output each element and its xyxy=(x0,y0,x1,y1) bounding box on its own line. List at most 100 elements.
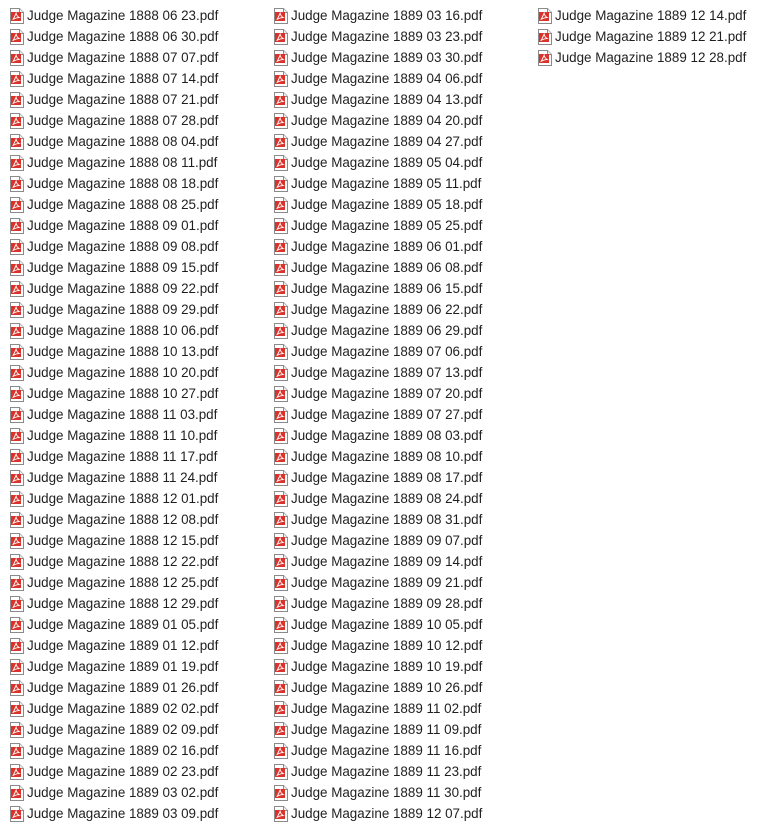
file-item[interactable]: Judge Magazine 1889 12 28.pdf xyxy=(536,47,769,68)
file-item[interactable]: Judge Magazine 1888 11 03.pdf xyxy=(8,404,270,425)
file-name-label: Judge Magazine 1888 12 15.pdf xyxy=(27,533,219,548)
file-item[interactable]: Judge Magazine 1888 10 06.pdf xyxy=(8,320,270,341)
file-item[interactable]: Judge Magazine 1888 08 25.pdf xyxy=(8,194,270,215)
file-column-1: Judge Magazine 1888 06 23.pdf Judge Magaz… xyxy=(8,5,270,824)
file-item[interactable]: Judge Magazine 1889 07 27.pdf xyxy=(272,404,534,425)
file-item[interactable]: Judge Magazine 1889 03 23.pdf xyxy=(272,26,534,47)
file-item[interactable]: Judge Magazine 1888 08 04.pdf xyxy=(8,131,270,152)
file-item[interactable]: Judge Magazine 1889 02 23.pdf xyxy=(8,761,270,782)
file-item[interactable]: Judge Magazine 1889 09 21.pdf xyxy=(272,572,534,593)
file-item[interactable]: Judge Magazine 1889 06 01.pdf xyxy=(272,236,534,257)
file-item[interactable]: Judge Magazine 1889 07 13.pdf xyxy=(272,362,534,383)
file-item[interactable]: Judge Magazine 1889 05 25.pdf xyxy=(272,215,534,236)
file-item[interactable]: Judge Magazine 1888 12 08.pdf xyxy=(8,509,270,530)
file-item[interactable]: Judge Magazine 1888 08 11.pdf xyxy=(8,152,270,173)
pdf-file-icon xyxy=(10,490,24,507)
pdf-file-icon xyxy=(274,49,288,66)
file-item[interactable]: Judge Magazine 1889 10 12.pdf xyxy=(272,635,534,656)
file-item[interactable]: Judge Magazine 1889 09 28.pdf xyxy=(272,593,534,614)
file-name-label: Judge Magazine 1889 12 07.pdf xyxy=(291,806,483,821)
file-item[interactable]: Judge Magazine 1888 07 21.pdf xyxy=(8,89,270,110)
file-item[interactable]: Judge Magazine 1889 03 02.pdf xyxy=(8,782,270,803)
file-item[interactable]: Judge Magazine 1889 08 24.pdf xyxy=(272,488,534,509)
file-item[interactable]: Judge Magazine 1888 11 17.pdf xyxy=(8,446,270,467)
file-item[interactable]: Judge Magazine 1889 08 31.pdf xyxy=(272,509,534,530)
file-item[interactable]: Judge Magazine 1889 11 02.pdf xyxy=(272,698,534,719)
file-item[interactable]: Judge Magazine 1888 12 15.pdf xyxy=(8,530,270,551)
file-item[interactable]: Judge Magazine 1888 09 08.pdf xyxy=(8,236,270,257)
file-item[interactable]: Judge Magazine 1888 07 28.pdf xyxy=(8,110,270,131)
file-item[interactable]: Judge Magazine 1889 10 05.pdf xyxy=(272,614,534,635)
pdf-file-icon xyxy=(10,112,24,129)
file-item[interactable]: Judge Magazine 1889 06 15.pdf xyxy=(272,278,534,299)
file-item[interactable]: Judge Magazine 1888 09 15.pdf xyxy=(8,257,270,278)
file-item[interactable]: Judge Magazine 1889 11 23.pdf xyxy=(272,761,534,782)
file-item[interactable]: Judge Magazine 1888 10 27.pdf xyxy=(8,383,270,404)
file-item[interactable]: Judge Magazine 1889 08 10.pdf xyxy=(272,446,534,467)
file-name-label: Judge Magazine 1889 09 28.pdf xyxy=(291,596,483,611)
file-item[interactable]: Judge Magazine 1889 12 21.pdf xyxy=(536,26,769,47)
file-item[interactable]: Judge Magazine 1889 07 06.pdf xyxy=(272,341,534,362)
file-item[interactable]: Judge Magazine 1889 09 07.pdf xyxy=(272,530,534,551)
file-item[interactable]: Judge Magazine 1889 07 20.pdf xyxy=(272,383,534,404)
file-item[interactable]: Judge Magazine 1889 02 02.pdf xyxy=(8,698,270,719)
file-item[interactable]: Judge Magazine 1888 06 30.pdf xyxy=(8,26,270,47)
file-item[interactable]: Judge Magazine 1889 02 16.pdf xyxy=(8,740,270,761)
pdf-file-icon xyxy=(10,763,24,780)
file-item[interactable]: Judge Magazine 1889 06 22.pdf xyxy=(272,299,534,320)
file-item[interactable]: Judge Magazine 1888 09 22.pdf xyxy=(8,278,270,299)
file-item[interactable]: Judge Magazine 1889 04 20.pdf xyxy=(272,110,534,131)
file-item[interactable]: Judge Magazine 1889 04 06.pdf xyxy=(272,68,534,89)
file-item[interactable]: Judge Magazine 1888 08 18.pdf xyxy=(8,173,270,194)
file-name-label: Judge Magazine 1888 09 29.pdf xyxy=(27,302,219,317)
file-name-label: Judge Magazine 1889 11 02.pdf xyxy=(291,701,482,716)
file-item[interactable]: Judge Magazine 1889 09 14.pdf xyxy=(272,551,534,572)
pdf-file-icon xyxy=(10,595,24,612)
file-name-label: Judge Magazine 1888 11 24.pdf xyxy=(27,470,218,485)
file-item[interactable]: Judge Magazine 1888 11 24.pdf xyxy=(8,467,270,488)
file-name-label: Judge Magazine 1889 11 30.pdf xyxy=(291,785,482,800)
file-item[interactable]: Judge Magazine 1888 12 01.pdf xyxy=(8,488,270,509)
file-item[interactable]: Judge Magazine 1889 10 26.pdf xyxy=(272,677,534,698)
file-item[interactable]: Judge Magazine 1889 06 08.pdf xyxy=(272,257,534,278)
file-item[interactable]: Judge Magazine 1888 12 22.pdf xyxy=(8,551,270,572)
file-item[interactable]: Judge Magazine 1889 04 27.pdf xyxy=(272,131,534,152)
file-item[interactable]: Judge Magazine 1889 05 11.pdf xyxy=(272,173,534,194)
file-item[interactable]: Judge Magazine 1889 03 30.pdf xyxy=(272,47,534,68)
file-item[interactable]: Judge Magazine 1889 08 17.pdf xyxy=(272,467,534,488)
file-item[interactable]: Judge Magazine 1889 12 07.pdf xyxy=(272,803,534,824)
file-item[interactable]: Judge Magazine 1888 06 23.pdf xyxy=(8,5,270,26)
file-item[interactable]: Judge Magazine 1889 02 09.pdf xyxy=(8,719,270,740)
file-item[interactable]: Judge Magazine 1888 07 14.pdf xyxy=(8,68,270,89)
file-item[interactable]: Judge Magazine 1888 10 13.pdf xyxy=(8,341,270,362)
file-item[interactable]: Judge Magazine 1889 08 03.pdf xyxy=(272,425,534,446)
file-item[interactable]: Judge Magazine 1888 12 25.pdf xyxy=(8,572,270,593)
file-item[interactable]: Judge Magazine 1889 01 19.pdf xyxy=(8,656,270,677)
file-item[interactable]: Judge Magazine 1889 03 16.pdf xyxy=(272,5,534,26)
file-item[interactable]: Judge Magazine 1889 04 13.pdf xyxy=(272,89,534,110)
file-item[interactable]: Judge Magazine 1889 11 09.pdf xyxy=(272,719,534,740)
file-item[interactable]: Judge Magazine 1889 12 14.pdf xyxy=(536,5,769,26)
file-item[interactable]: Judge Magazine 1888 12 29.pdf xyxy=(8,593,270,614)
file-item[interactable]: Judge Magazine 1889 11 30.pdf xyxy=(272,782,534,803)
file-item[interactable]: Judge Magazine 1889 06 29.pdf xyxy=(272,320,534,341)
file-item[interactable]: Judge Magazine 1889 01 26.pdf xyxy=(8,677,270,698)
file-item[interactable]: Judge Magazine 1889 01 05.pdf xyxy=(8,614,270,635)
file-item[interactable]: Judge Magazine 1889 10 19.pdf xyxy=(272,656,534,677)
file-name-label: Judge Magazine 1889 08 17.pdf xyxy=(291,470,483,485)
pdf-file-icon xyxy=(274,133,288,150)
file-item[interactable]: Judge Magazine 1889 05 04.pdf xyxy=(272,152,534,173)
file-item[interactable]: Judge Magazine 1888 10 20.pdf xyxy=(8,362,270,383)
file-name-label: Judge Magazine 1889 05 11.pdf xyxy=(291,176,482,191)
pdf-file-icon xyxy=(10,7,24,24)
file-item[interactable]: Judge Magazine 1888 07 07.pdf xyxy=(8,47,270,68)
file-item[interactable]: Judge Magazine 1888 09 29.pdf xyxy=(8,299,270,320)
file-item[interactable]: Judge Magazine 1888 09 01.pdf xyxy=(8,215,270,236)
file-item[interactable]: Judge Magazine 1889 01 12.pdf xyxy=(8,635,270,656)
file-item[interactable]: Judge Magazine 1889 05 18.pdf xyxy=(272,194,534,215)
file-name-label: Judge Magazine 1888 08 25.pdf xyxy=(27,197,219,212)
file-item[interactable]: Judge Magazine 1889 03 09.pdf xyxy=(8,803,270,824)
file-item[interactable]: Judge Magazine 1888 11 10.pdf xyxy=(8,425,270,446)
file-name-label: Judge Magazine 1889 08 03.pdf xyxy=(291,428,483,443)
file-item[interactable]: Judge Magazine 1889 11 16.pdf xyxy=(272,740,534,761)
